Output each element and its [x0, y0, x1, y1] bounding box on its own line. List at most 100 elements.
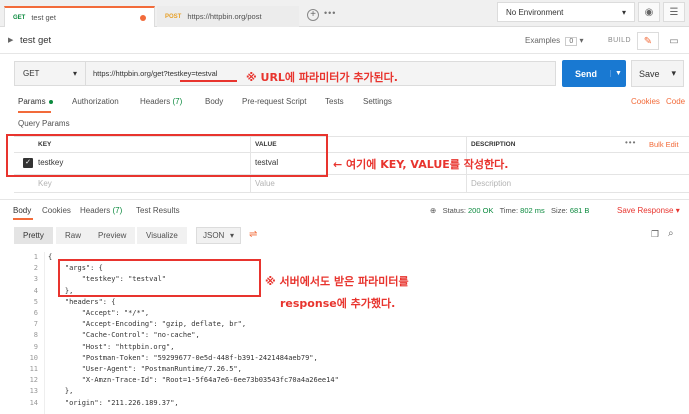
visualize-button[interactable]: Visualize — [137, 227, 187, 244]
resp-tab-body[interactable]: Body — [13, 206, 31, 215]
tab-test-get[interactable]: GET test get — [4, 6, 155, 27]
code-line: "Accept": "*/*", — [48, 309, 150, 317]
chevron-down-icon: ▾ — [72, 69, 77, 78]
new-key-input[interactable]: Key — [38, 179, 52, 188]
eye-icon[interactable]: ◉ — [638, 2, 660, 22]
resp-tab-headers-label: Headers — [80, 206, 111, 215]
method-select[interactable]: GET ▾ — [14, 61, 86, 86]
more-tabs-icon[interactable]: ••• — [324, 8, 336, 18]
code-line: "X-Amzn-Trace-Id": "Root=1-5f64a7e6-6ee7… — [48, 376, 339, 385]
new-description-input[interactable]: Description — [471, 179, 511, 188]
code-line: { — [48, 253, 53, 261]
globe-icon[interactable]: ⊕ — [430, 206, 436, 215]
code-link[interactable]: Code — [666, 97, 685, 106]
wrap-lines-icon[interactable]: ⇌ — [249, 229, 257, 240]
code-line: }, — [48, 387, 74, 396]
code-line: "Postman-Token": "59299677-0e5d-448f-b39… — [48, 353, 318, 362]
tab-body[interactable]: Body — [205, 97, 223, 106]
settings-icon[interactable]: ☰ — [663, 2, 685, 22]
chevron-down-icon[interactable]: ▼ — [610, 70, 626, 77]
cookies-link[interactable]: Cookies — [631, 97, 660, 106]
format-select[interactable]: JSON ▾ — [196, 227, 241, 244]
tab-headers-label: Headers — [140, 97, 171, 106]
line-number: 12 — [29, 376, 38, 385]
chevron-down-icon: ▾ — [675, 206, 680, 215]
tab-post-request[interactable]: POST https://httpbin.org/post — [157, 6, 299, 27]
format-value: JSON — [203, 231, 225, 240]
line-number: 7 — [33, 320, 38, 329]
caret-right-icon[interactable]: ▶ — [8, 36, 13, 44]
save-response-button[interactable]: Save Response ▾ — [617, 206, 680, 215]
tab-params-label: Params — [18, 97, 46, 106]
url-text: https://httpbin.org/get?testkey=testval — [93, 69, 218, 78]
raw-button[interactable]: Raw — [56, 227, 91, 244]
save-label: Save — [639, 68, 660, 79]
chevron-down-icon: ▾ — [621, 7, 626, 17]
response-status: ⊕ Status: 200 OK Time: 802 ms Size: 681 … — [430, 206, 589, 215]
code-line: "Accept-Encoding": "gzip, deflate, br", — [48, 320, 247, 329]
table-border — [14, 192, 689, 193]
bulk-edit-link[interactable]: Bulk Edit — [649, 140, 679, 149]
tab-headers[interactable]: Headers (7) — [140, 97, 182, 106]
resp-tab-test-results[interactable]: Test Results — [136, 206, 180, 215]
response-tabs: Body Cookies Headers (7) Test Results ⊕ … — [0, 199, 689, 219]
tab-method: GET — [13, 14, 26, 21]
tab-pre-request-script[interactable]: Pre-request Script — [242, 97, 306, 106]
save-button[interactable]: Save ▾ — [631, 60, 684, 87]
size-value: 681 B — [569, 206, 590, 215]
resp-tab-cookies[interactable]: Cookies — [42, 206, 71, 215]
size-label: Size: — [551, 206, 568, 215]
unsaved-dot-icon — [140, 15, 146, 21]
environment-label: No Environment — [506, 7, 564, 17]
headers-count: (7) — [172, 97, 183, 106]
build-button[interactable]: BUILD — [608, 37, 631, 44]
status-label: Status: — [442, 206, 466, 215]
tab-settings[interactable]: Settings — [363, 97, 392, 106]
tab-tests[interactable]: Tests — [325, 97, 344, 106]
tab-authorization[interactable]: Authorization — [72, 97, 119, 106]
new-tab-button[interactable]: + — [307, 9, 319, 21]
column-header-description: DESCRIPTION — [471, 140, 516, 148]
chevron-down-icon: ▾ — [671, 68, 676, 78]
status-value: 200 OK — [468, 206, 494, 215]
code-line: "Host": "httpbin.org", — [48, 342, 175, 351]
line-number: 1 — [33, 253, 38, 261]
query-params-label: Query Params — [18, 119, 70, 128]
annotation-response-note-1: ※ 서버에서도 받은 파라미터를 — [265, 275, 409, 288]
send-label: Send — [574, 68, 597, 79]
send-button[interactable]: Send ▼ — [562, 60, 626, 87]
method-value: GET — [23, 69, 40, 78]
preview-button[interactable]: Preview — [89, 227, 136, 244]
resp-tab-headers[interactable]: Headers (7) — [80, 206, 122, 215]
time-value: 802 ms — [520, 206, 545, 215]
line-number: 14 — [29, 398, 38, 407]
chevron-down-icon: ▾ — [229, 231, 234, 240]
tab-label: https://httpbin.org/post — [187, 12, 262, 21]
active-dot-icon — [48, 99, 53, 104]
examples-count: 0 — [565, 37, 578, 46]
comment-icon[interactable]: ▭ — [663, 32, 685, 50]
annotation-response-note-2: response에 추가했다. — [280, 297, 396, 310]
line-number: 5 — [33, 297, 38, 306]
more-options-icon[interactable]: ••• — [625, 138, 636, 147]
tab-params[interactable]: Params — [18, 97, 53, 106]
time-label: Time: — [499, 206, 519, 215]
code-line: "origin": "211.226.189.37", — [48, 398, 179, 407]
new-value-input[interactable]: Value — [255, 179, 275, 188]
pencil-icon[interactable]: ✎ — [637, 32, 659, 50]
line-number: 13 — [29, 387, 38, 396]
search-icon[interactable]: ⌕ — [668, 228, 674, 239]
examples-dropdown[interactable]: Examples 0 ▾ — [525, 36, 584, 46]
url-annotation-underline — [180, 80, 237, 82]
line-number: 9 — [33, 342, 38, 351]
tab-method: POST — [165, 13, 182, 20]
copy-icon[interactable]: ❐ — [651, 229, 659, 240]
line-number: 8 — [33, 331, 38, 340]
line-number: 4 — [33, 286, 38, 295]
annotation-box-args — [58, 259, 261, 297]
environment-select[interactable]: No Environment ▾ — [497, 2, 635, 22]
resp-headers-count: (7) — [112, 206, 123, 215]
pretty-button[interactable]: Pretty — [14, 227, 53, 244]
request-title-bar: ▶ test get Examples 0 ▾ BUILD ✎ ▭ — [0, 28, 689, 54]
request-title[interactable]: test get — [20, 35, 51, 46]
